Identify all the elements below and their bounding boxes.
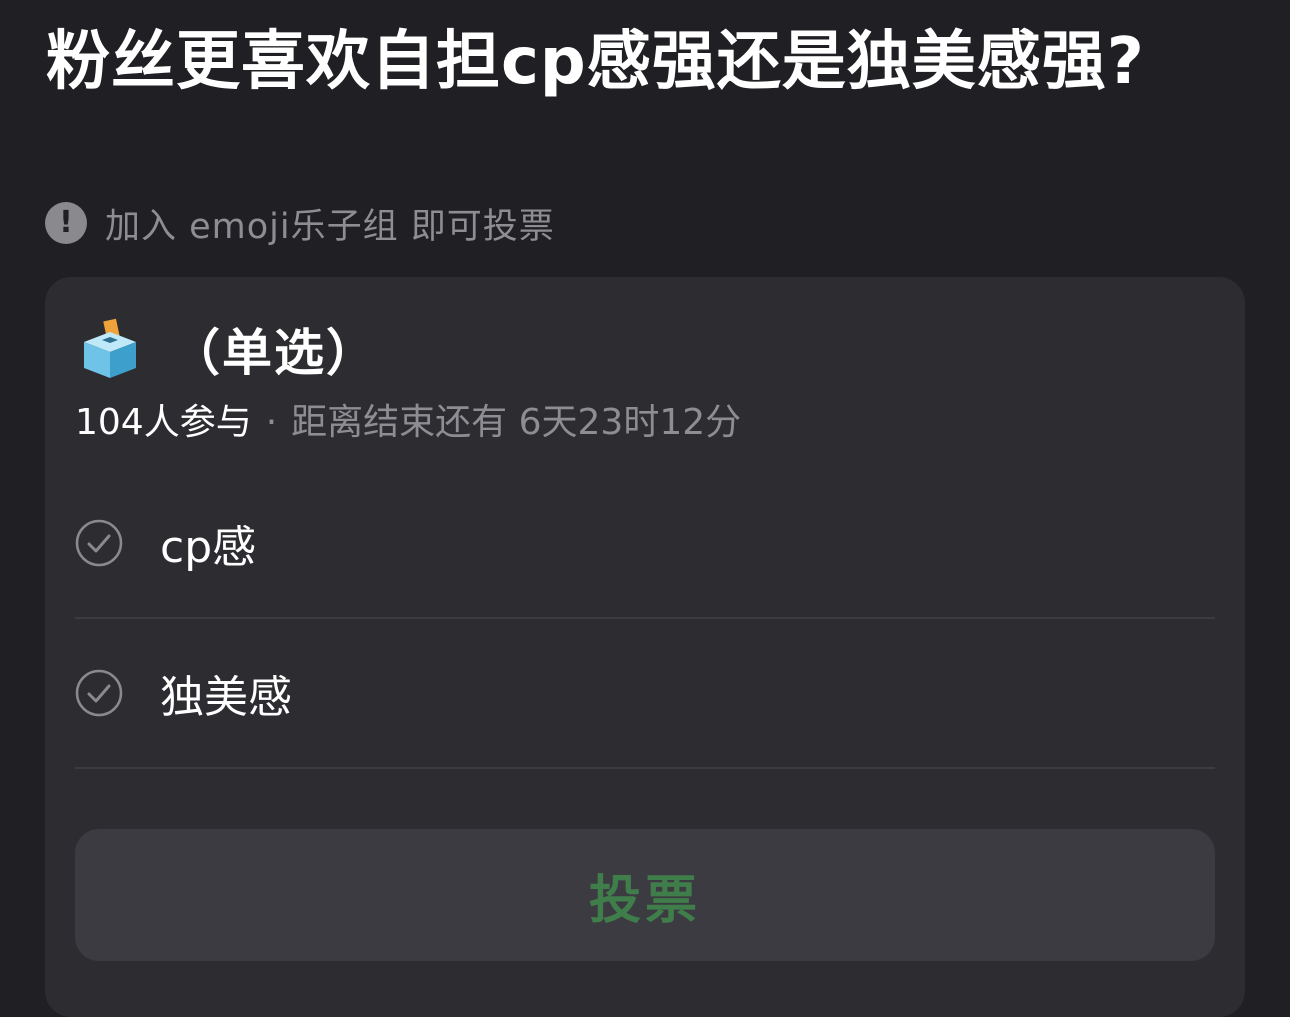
vote-button-label: 投票 bbox=[588, 870, 701, 931]
poll-option-cp[interactable]: cp感 bbox=[75, 469, 1215, 619]
poll-type-label: （单选） bbox=[170, 324, 378, 382]
poll-option-solo[interactable]: 独美感 bbox=[75, 619, 1215, 769]
meta-separator: · bbox=[265, 402, 278, 443]
ballot-box-icon bbox=[84, 318, 136, 378]
check-circle-icon bbox=[75, 669, 123, 717]
join-notice: ! 加入 emoji乐子组 即可投票 bbox=[45, 198, 555, 249]
time-remaining: 距离结束还有 6天23时12分 bbox=[291, 402, 742, 443]
poll-header: （单选） bbox=[80, 313, 378, 385]
exclamation-circle-icon: ! bbox=[45, 202, 87, 244]
poll-card: （单选） 104人参与 · 距离结束还有 6天23时12分 cp感 独美感 投票 bbox=[45, 277, 1245, 1017]
participant-count: 104人参与 bbox=[75, 402, 252, 443]
vote-button[interactable]: 投票 bbox=[75, 829, 1215, 961]
notice-text[interactable]: 加入 emoji乐子组 即可投票 bbox=[105, 198, 555, 249]
option-label: cp感 bbox=[160, 522, 257, 573]
poll-meta: 104人参与 · 距离结束还有 6天23时12分 bbox=[75, 393, 741, 445]
check-circle-icon bbox=[75, 519, 123, 567]
option-label: 独美感 bbox=[160, 672, 292, 723]
poll-title: 粉丝更喜欢自担cp感强还是独美感强? bbox=[46, 25, 1145, 99]
